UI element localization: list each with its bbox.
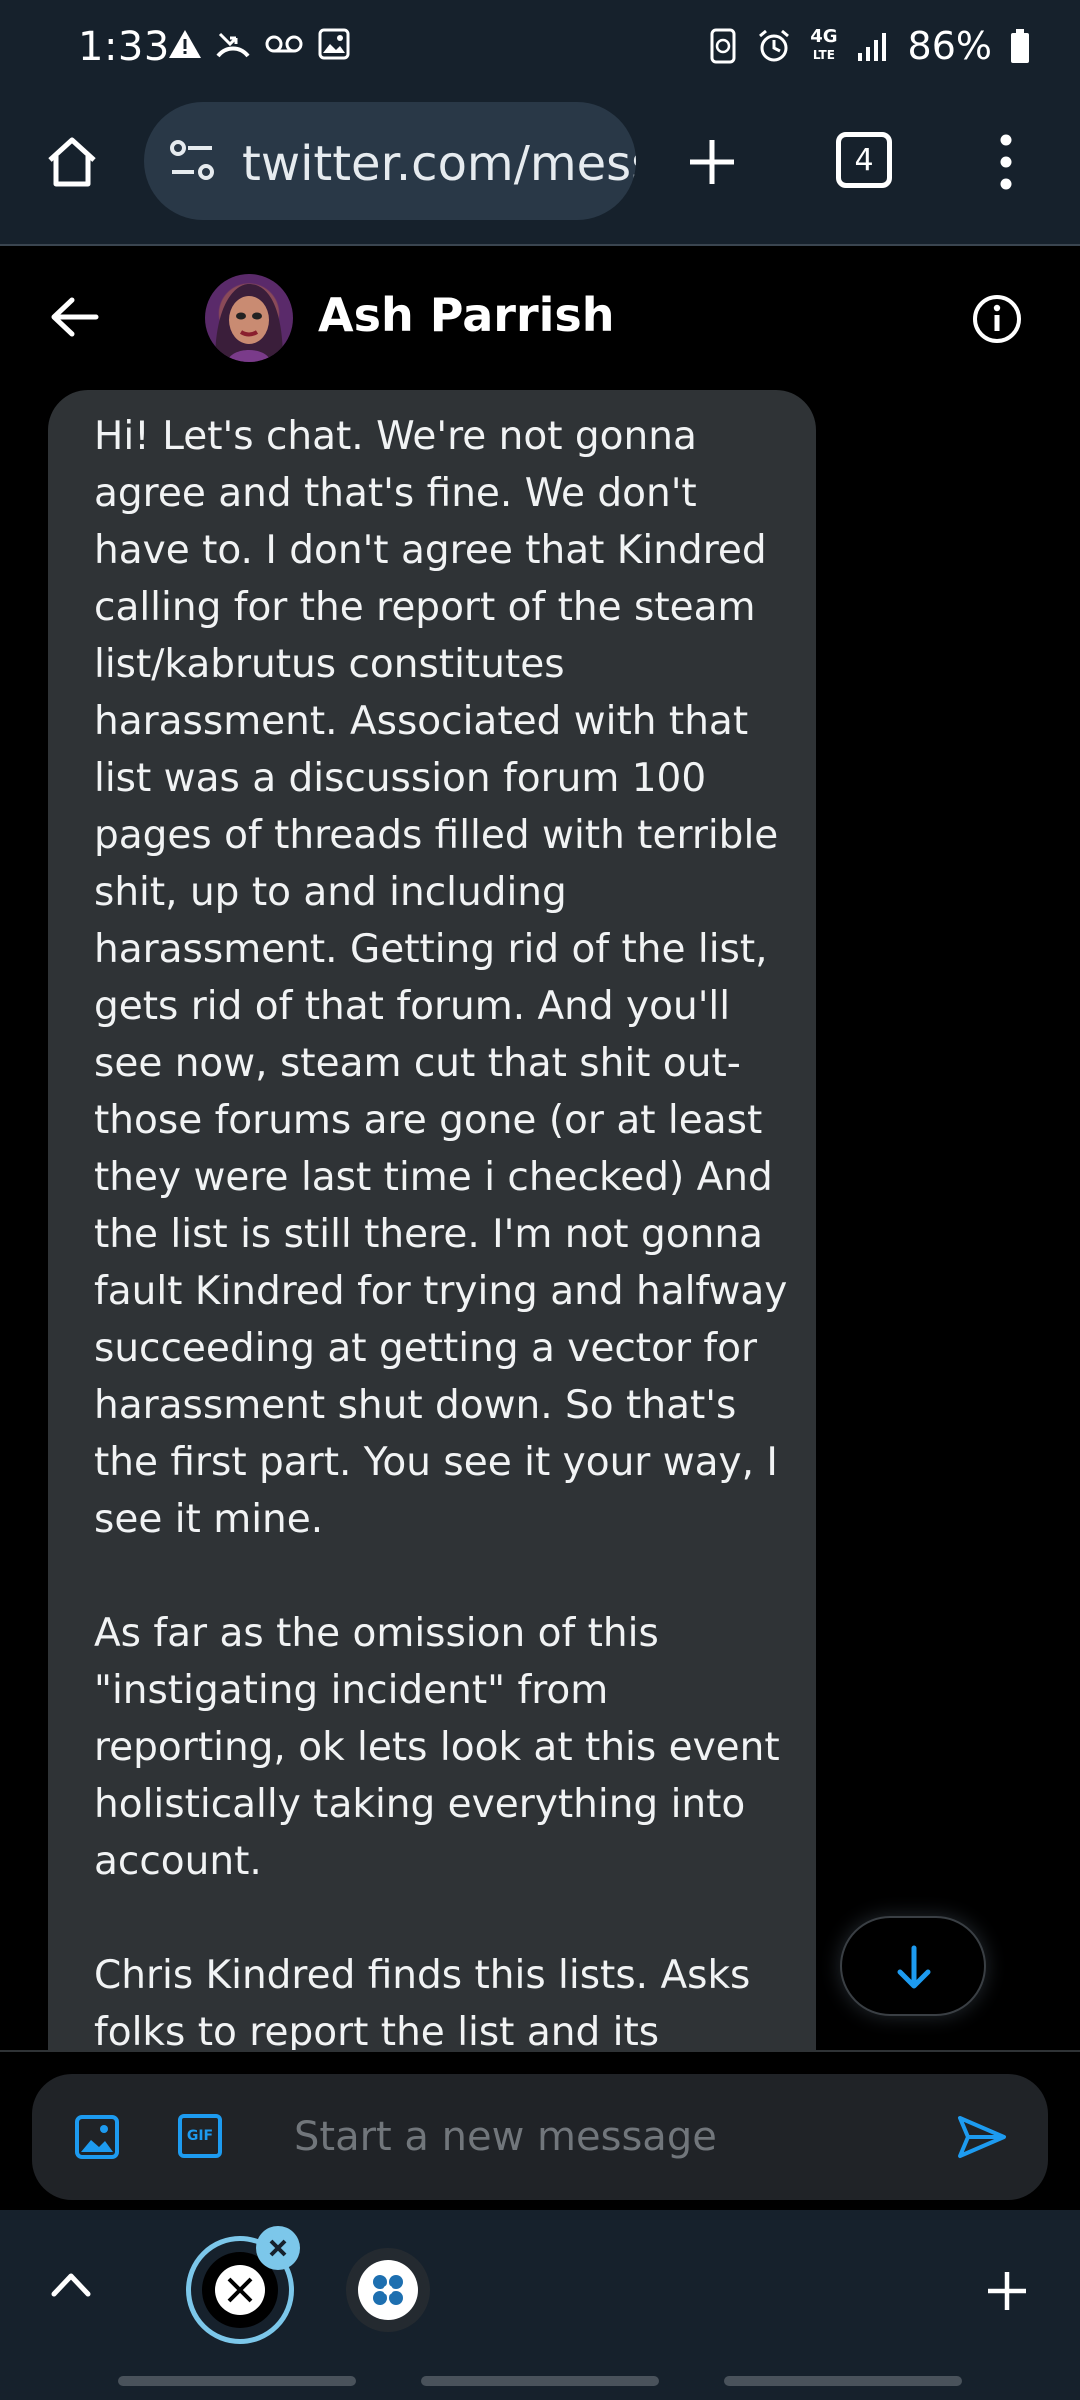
status-bar: 1:33 4G LTE 86% — [0, 0, 1080, 100]
avatar-face — [215, 284, 283, 362]
tab-group-button[interactable] — [346, 2248, 430, 2332]
missed-call-icon — [216, 32, 250, 58]
home-icon[interactable] — [44, 134, 100, 190]
chevron-up-icon[interactable] — [50, 2270, 92, 2298]
message-input[interactable] — [294, 2104, 934, 2170]
scroll-to-bottom-button[interactable] — [840, 1916, 986, 2016]
chat-header: Ash Parrish — [0, 248, 1080, 390]
status-right: 4G LTE 86% — [708, 24, 1030, 68]
contact-name[interactable]: Ash Parrish — [318, 288, 615, 342]
nav-recent-handle[interactable] — [118, 2376, 356, 2386]
info-icon[interactable] — [972, 294, 1022, 344]
message-composer: GIF — [32, 2074, 1048, 2200]
arrow-down-icon — [897, 1945, 931, 1989]
image-icon — [318, 28, 350, 60]
message-bubble[interactable]: Hi! Let's chat. We're not gonna agree an… — [48, 390, 816, 2050]
battery-percent: 86% — [907, 24, 992, 68]
tab-group-icon — [358, 2260, 418, 2320]
media-icon[interactable] — [74, 2114, 120, 2160]
notification-icons — [168, 28, 350, 60]
nav-back-handle[interactable] — [724, 2376, 962, 2386]
gif-button[interactable]: GIF — [178, 2114, 222, 2158]
network-type: 4G LTE — [810, 26, 838, 63]
send-icon[interactable] — [956, 2114, 1008, 2160]
x-glyph-icon — [227, 2277, 253, 2303]
new-tab-icon[interactable] — [686, 136, 738, 188]
gif-label: GIF — [186, 2128, 214, 2144]
status-time: 1:33 — [78, 24, 170, 70]
sync-icon — [710, 28, 736, 64]
system-nav-bar — [0, 2360, 1080, 2400]
back-arrow-icon[interactable] — [50, 296, 100, 338]
browser-tab-strip — [0, 2210, 1080, 2360]
site-settings-icon[interactable] — [168, 138, 218, 184]
url-bar[interactable]: twitter.com/messages — [144, 102, 636, 220]
battery-icon — [1011, 29, 1029, 63]
signal-icon — [857, 33, 886, 61]
alarm-icon — [759, 29, 790, 62]
message-text: Hi! Let's chat. We're not gonna agree an… — [94, 414, 788, 2050]
close-icon — [269, 2239, 287, 2257]
url-text[interactable]: twitter.com/messages — [242, 136, 636, 192]
close-tab-button[interactable] — [256, 2226, 300, 2270]
tab-switcher-button[interactable]: 4 — [836, 132, 892, 188]
composer-area: GIF — [0, 2050, 1080, 2210]
warning-icon — [169, 30, 201, 58]
voicemail-icon — [265, 35, 303, 53]
tab-count: 4 — [854, 142, 874, 178]
add-tab-icon[interactable] — [986, 2270, 1028, 2312]
more-options-icon[interactable] — [996, 134, 1016, 190]
contact-avatar[interactable] — [205, 274, 293, 362]
browser-toolbar: twitter.com/messages 4 — [0, 100, 1080, 246]
nav-home-handle[interactable] — [421, 2376, 659, 2386]
